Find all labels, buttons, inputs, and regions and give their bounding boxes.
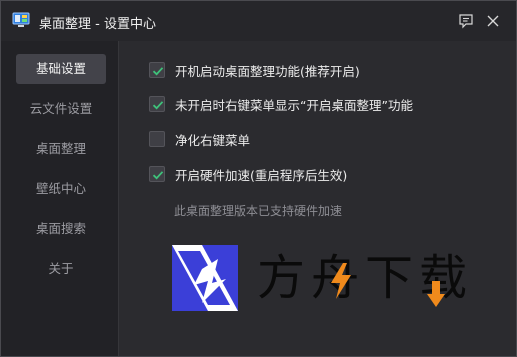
sidebar-item-desktop-search[interactable]: 桌面搜索 <box>16 214 106 244</box>
watermark-logo: 方舟下载 <box>172 245 472 320</box>
sidebar-item-basic-settings[interactable]: 基础设置 <box>16 54 106 84</box>
option-clean-context-menu[interactable]: 净化右键菜单 <box>149 129 250 149</box>
sidebar-item-desktop-organize[interactable]: 桌面整理 <box>16 134 106 164</box>
option-label: 未开启时右键菜单显示“开启桌面整理”功能 <box>175 97 413 113</box>
sidebar-item-label: 桌面搜索 <box>35 221 86 236</box>
check-icon <box>152 101 164 110</box>
settings-window: 桌面整理 - 设置中心 基础设置 云文件设置 桌面整理 壁纸中心 桌面搜索 关于 <box>0 0 517 357</box>
option-hardware-acceleration[interactable]: 开启硬件加速(重启程序后生效) <box>149 164 347 184</box>
logo-mark-icon <box>172 245 238 311</box>
sidebar-item-label: 云文件设置 <box>29 101 93 116</box>
option-context-menu-entry[interactable]: 未开启时右键菜单显示“开启桌面整理”功能 <box>149 94 413 114</box>
option-label: 开机启动桌面整理功能(推荐开启) <box>175 63 360 79</box>
settings-sidebar: 基础设置 云文件设置 桌面整理 壁纸中心 桌面搜索 关于 <box>1 41 119 356</box>
download-arrow-icon <box>427 281 445 307</box>
checkbox[interactable] <box>149 96 165 112</box>
sidebar-item-about[interactable]: 关于 <box>16 254 106 284</box>
sidebar-item-label: 基础设置 <box>35 61 86 76</box>
sidebar-item-label: 桌面整理 <box>35 141 86 156</box>
window-title: 桌面整理 - 设置中心 <box>39 17 156 32</box>
option-autostart[interactable]: 开机启动桌面整理功能(推荐开启) <box>149 60 360 80</box>
settings-panel: 开机启动桌面整理功能(推荐开启) 未开启时右键菜单显示“开启桌面整理”功能 净化… <box>120 41 516 356</box>
monitor-icon <box>12 12 30 27</box>
lightning-icon <box>331 263 351 299</box>
feedback-icon[interactable] <box>457 12 475 30</box>
sidebar-item-wallpaper[interactable]: 壁纸中心 <box>16 174 106 204</box>
checkbox[interactable] <box>149 166 165 182</box>
sidebar-item-cloud-files[interactable]: 云文件设置 <box>16 94 106 124</box>
hardware-acceleration-hint: 此桌面整理版本已支持硬件加速 <box>174 204 343 218</box>
checkbox[interactable] <box>149 62 165 78</box>
sidebar-item-label: 关于 <box>48 261 74 276</box>
close-icon[interactable] <box>484 12 502 30</box>
check-icon <box>152 171 164 180</box>
title-bar: 桌面整理 - 设置中心 <box>1 1 516 41</box>
sidebar-item-label: 壁纸中心 <box>35 181 86 196</box>
option-label: 开启硬件加速(重启程序后生效) <box>175 167 348 183</box>
option-label: 净化右键菜单 <box>175 132 251 148</box>
check-icon <box>152 67 164 76</box>
checkbox[interactable] <box>149 131 165 147</box>
